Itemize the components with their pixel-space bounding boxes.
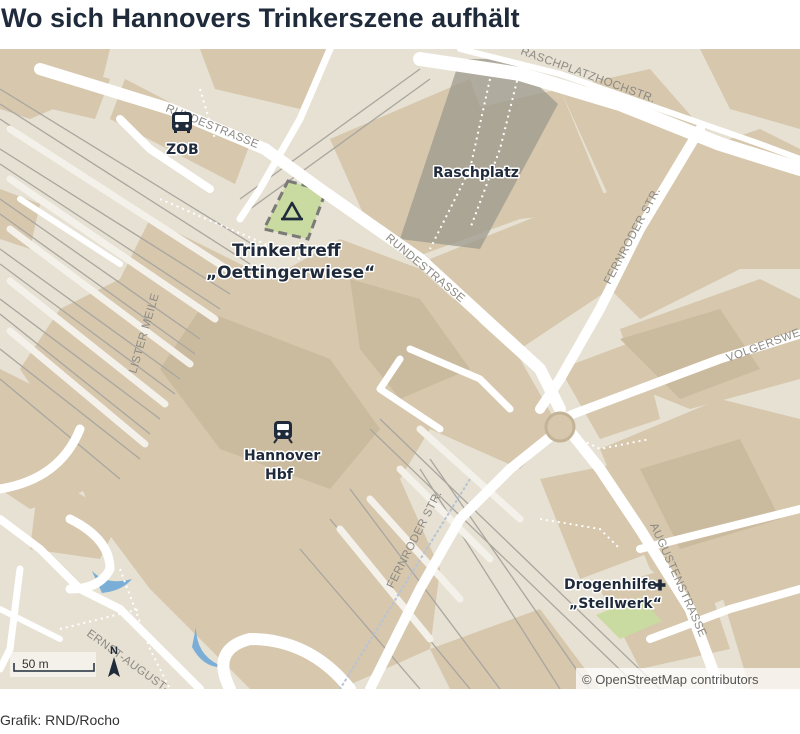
label-hbf-line2: Hbf (265, 467, 294, 483)
label-raschplatz: Raschplatz (433, 165, 519, 181)
map-canvas[interactable]: RUNDESTRASSE RASCHPLATZHOCHSTR. RUNDESTR… (0, 49, 800, 689)
attribution: © OpenStreetMap contributors (582, 672, 759, 687)
scale-label: 50 m (22, 657, 49, 671)
bus-icon (172, 112, 192, 133)
label-drogenhilfe-line1: Drogenhilfe (564, 577, 657, 593)
label-trinkertreff-line2: „Oettingerwiese“ (206, 263, 375, 283)
north-label: N (110, 645, 118, 657)
label-hbf-line1: Hannover (244, 448, 320, 464)
graphic-credit: Grafik: RND/Rocho (0, 712, 120, 728)
rotunda (544, 411, 576, 443)
map-title: Wo sich Hannovers Trinkerszene aufhält (1, 3, 520, 33)
label-zob: ZOB (166, 142, 199, 158)
label-trinkertreff-line1: Trinkertreff (232, 241, 341, 261)
label-drogenhilfe-line2: „Stellwerk“ (569, 596, 662, 612)
